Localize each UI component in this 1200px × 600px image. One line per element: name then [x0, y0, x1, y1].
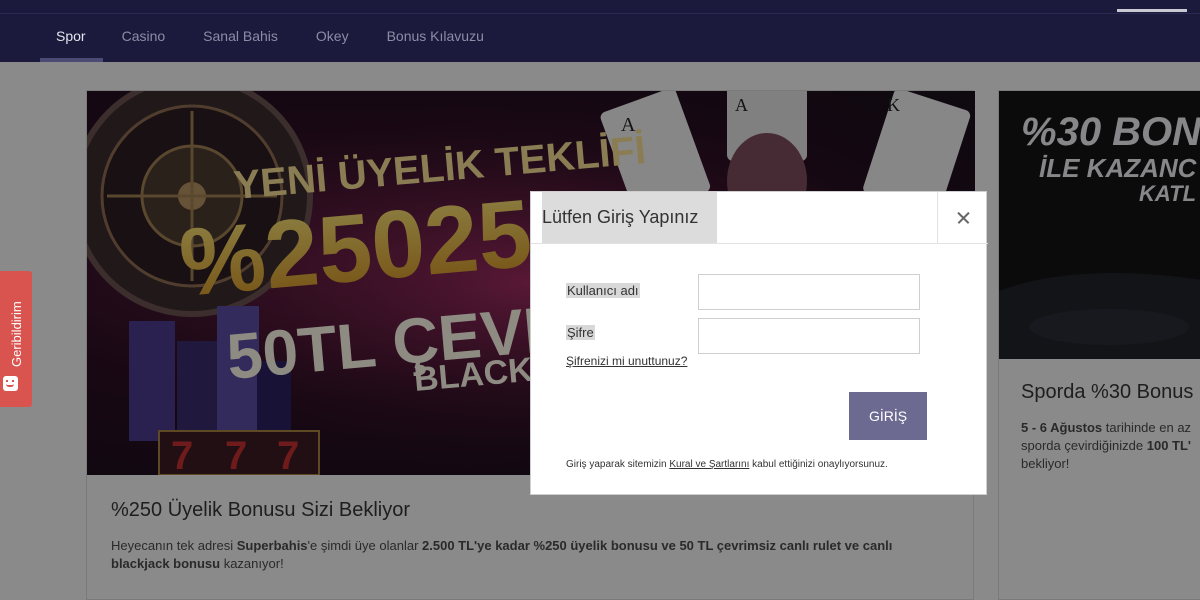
- username-input[interactable]: [698, 274, 920, 310]
- side-promo-banner-image[interactable]: %30 BONU İLE KAZANC KATL: [999, 91, 1200, 359]
- username-label: Kullanıcı adı: [566, 283, 640, 298]
- promo-card-side[interactable]: %30 BONU İLE KAZANC KATL Sporda %30 Bonu…: [998, 90, 1200, 600]
- feedback-label: Geribildirim: [9, 301, 24, 367]
- terms-text: kabul ettiğinizi onaylıyorsunuz.: [749, 459, 888, 470]
- promo-title: %250 Üyelik Bonusu Sizi Bekliyor: [111, 499, 411, 521]
- close-icon[interactable]: [937, 192, 988, 243]
- terms-link[interactable]: Kural ve Şartlarını: [669, 459, 749, 470]
- forgot-password-link[interactable]: Şifrenizi mi unuttunuz?: [566, 354, 687, 368]
- promo-brand-name: Superbahis: [236, 538, 308, 553]
- modal-title: Lütfen Giriş Yapınız: [542, 192, 717, 243]
- terms-text: Giriş yaparak sitemizin: [566, 459, 670, 470]
- nav-item-spor[interactable]: Spor: [40, 14, 103, 62]
- account-menu-indicator[interactable]: [1117, 9, 1187, 12]
- nav-item-okey[interactable]: Okey: [297, 14, 368, 62]
- main-nav: Spor Casino Sanal Bahis Okey Bonus Kılav…: [40, 14, 503, 62]
- side-promo-text-part: bekliyor!: [1021, 456, 1070, 471]
- side-promo-banner-art: %30 BONU İLE KAZANC KATL: [999, 91, 1200, 359]
- side-promo-text-part: sporda çevirdiğinizde: [1021, 438, 1147, 453]
- side-promo-amount: 100 TL': [1146, 438, 1192, 453]
- side-promo-title: Sporda %30 Bonus: [1021, 381, 1194, 403]
- nav-item-sanal-bahis[interactable]: Sanal Bahis: [184, 14, 297, 62]
- side-promo-description: 5 - 6 Ağustos tarihinde en az sporda çevi…: [1021, 419, 1200, 473]
- promo-text-part: kazanıyor!: [220, 556, 284, 571]
- feedback-tab[interactable]: Geribildirim: [0, 271, 32, 407]
- password-label: Şifre: [566, 325, 595, 340]
- promo-text-part: Heyecanın tek adresi: [111, 538, 237, 553]
- modal-header: Lütfen Giriş Yapınız: [531, 192, 988, 244]
- side-promo-text-part: tarihinde en az: [1102, 420, 1192, 435]
- login-button[interactable]: GİRİŞ: [849, 392, 927, 440]
- side-promo-date: 5 - 6 Ağustos: [1021, 420, 1103, 435]
- nav-item-bonus-kilavuzu[interactable]: Bonus Kılavuzu: [368, 14, 503, 62]
- promo-description: Heyecanın tek adresi Superbahis'e şimdi …: [111, 537, 951, 573]
- terms-notice: Giriş yaparak sitemizin Kural ve Şartlar…: [566, 459, 888, 470]
- nav-item-casino[interactable]: Casino: [103, 14, 185, 62]
- promo-text-part: 'e şimdi üye olanlar: [307, 538, 423, 553]
- login-modal: Lütfen Giriş Yapınız Kullanıcı adı Şifre…: [530, 191, 988, 495]
- top-navbar: Spor Casino Sanal Bahis Okey Bonus Kılav…: [0, 0, 1200, 62]
- password-input[interactable]: [698, 318, 920, 354]
